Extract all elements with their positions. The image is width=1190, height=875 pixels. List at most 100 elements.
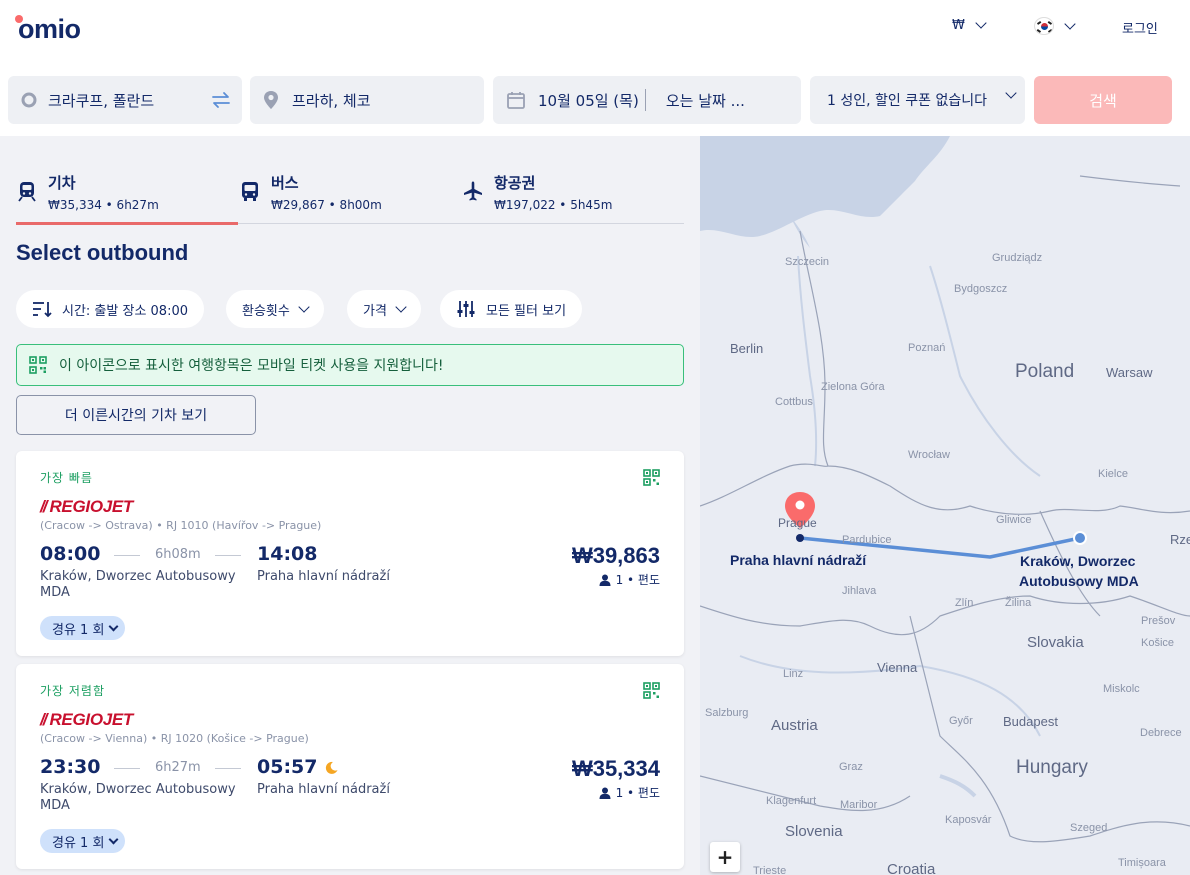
zoom-in-button[interactable]: + <box>710 842 740 872</box>
origin-circle-icon <box>21 92 37 108</box>
stops-toggle[interactable]: 경유 1 회 <box>40 829 126 853</box>
tab-train-info: ₩35,334 • 6h27m <box>48 198 159 212</box>
map-label-zielona-gora: Zielona Góra <box>821 381 885 393</box>
map-label-jihlava: Jihlava <box>842 585 877 597</box>
destination-value: 프라하, 체코 <box>292 91 371 110</box>
map-label-austria: Austria <box>771 717 818 734</box>
map-label-zilina: Žilina <box>1005 596 1032 609</box>
map-label-szczecin: Szczecin <box>785 256 829 268</box>
tab-bus-label: 버스 <box>271 174 299 192</box>
destination-field[interactable]: 프라하, 체코 <box>250 76 484 124</box>
earlier-trains-button[interactable]: 더 이른시간의 기차 보기 <box>16 395 256 435</box>
map-label-vienna: Vienna <box>877 660 918 675</box>
map-label-gyor: Győr <box>949 715 973 727</box>
passengers-field[interactable]: 1 성인, 할인 쿠폰 없습니다 <box>810 76 1025 124</box>
plane-icon <box>464 181 482 201</box>
duration-line <box>215 555 241 556</box>
date-field[interactable]: 10월 05일 (목) 오는 날짜 ... <box>493 76 801 124</box>
duration-line <box>215 768 241 769</box>
mobile-ticket-notice: 이 아이콘으로 표시한 여행항목은 모바일 티켓 사용을 지원합니다! <box>16 344 684 386</box>
departure-time: 23:30 <box>40 756 101 778</box>
transport-tabs: 기차 ₩35,334 • 6h27m 버스 ₩29,867 • 8h00m 항공… <box>16 166 684 225</box>
tab-bus[interactable]: 버스 ₩29,867 • 8h00m <box>239 166 461 224</box>
result-card[interactable]: 가장 저렴함 //REGIOJET (Cracow -> Vienna) • R… <box>16 664 684 869</box>
location-pin-icon <box>264 91 278 109</box>
map-label-poland: Poland <box>1015 361 1074 382</box>
sort-chip[interactable]: 시간: 출발 장소 08:00 <box>16 290 205 328</box>
depart-date-value: 10월 05일 (목) <box>538 91 639 110</box>
stops-label: 경유 1 회 <box>52 622 105 638</box>
map-label-rzeszow: Rze <box>1170 532 1190 547</box>
result-card[interactable]: 가장 빠름 //REGIOJET (Cracow -> Ostrava) • R… <box>16 451 684 656</box>
sort-label: 시간: 출발 장소 08:00 <box>62 303 189 319</box>
map-label-berlin: Berlin <box>730 341 763 356</box>
qr-code-icon <box>643 682 660 699</box>
map-origin-label-line2: Autobusowy MDA <box>1019 573 1139 589</box>
map-label-zlin: Zlín <box>955 597 973 609</box>
tab-flights-info: ₩197,022 • 5h45m <box>494 198 613 212</box>
price: ₩39,863 <box>571 543 660 568</box>
price-filter-chip[interactable]: 가격 <box>347 290 421 328</box>
route-details: (Cracow -> Ostrava) • RJ 1010 (Havířov -… <box>40 519 322 532</box>
qr-code-icon <box>29 356 47 374</box>
map-label-bydgoszcz: Bydgoszcz <box>954 283 1007 295</box>
passenger-text: 1 • 편도 <box>615 573 660 587</box>
all-filters-label: 모든 필터 보기 <box>486 303 567 319</box>
map-label-kosice: Košice <box>1141 637 1174 649</box>
stops-label: 경유 1 회 <box>52 835 105 851</box>
return-date-placeholder[interactable]: 오는 날짜 ... <box>666 90 745 111</box>
language-selector[interactable] <box>1034 17 1076 35</box>
kaliningrad-border <box>1079 175 1181 187</box>
search-button[interactable]: 검색 <box>1034 76 1172 124</box>
search-bar: 크라쿠프, 폴란드 프라하, 체코 10월 05일 (목) 오는 날짜 ... … <box>0 62 1190 136</box>
chevron-down-icon <box>1005 87 1017 99</box>
arrival-time: 05:57 <box>257 756 318 778</box>
login-link[interactable]: 로그인 <box>1122 18 1158 37</box>
passengers-value: 1 성인, 할인 쿠폰 없습니다 <box>827 93 987 109</box>
map-label-grudziadz: Grudziądz <box>992 252 1042 264</box>
map-label-warsaw: Warsaw <box>1106 365 1153 380</box>
arrival-station: Praha hlavní nádraží <box>257 569 390 584</box>
all-filters-chip[interactable]: 모든 필터 보기 <box>440 290 583 328</box>
passenger-info: 1 • 편도 <box>599 784 660 801</box>
map-label-kielce: Kielce <box>1098 468 1128 480</box>
origin-field[interactable]: 크라쿠프, 폴란드 <box>8 76 242 124</box>
person-icon <box>599 787 611 799</box>
operator-name: REGIOJET <box>49 497 134 516</box>
route-map[interactable]: Szczecin Grudziądz Bydgoszcz Poznań Ziel… <box>700 136 1190 875</box>
transfers-filter-chip[interactable]: 환승횟수 <box>226 290 324 328</box>
origin-value: 크라쿠프, 폴란드 <box>48 91 155 110</box>
tab-flights[interactable]: 항공권 ₩197,022 • 5h45m <box>462 166 684 224</box>
swap-icon[interactable] <box>210 89 232 111</box>
bus-icon <box>242 182 258 201</box>
tab-train[interactable]: 기차 ₩35,334 • 6h27m <box>16 166 238 225</box>
map-label-klagenfurt: Klagenfurt <box>766 795 816 807</box>
moon-icon <box>326 761 338 774</box>
map-label-poznan: Poznań <box>908 342 945 354</box>
filter-sliders-icon <box>457 301 475 317</box>
duration-line <box>114 555 140 556</box>
map-label-szeged: Szeged <box>1070 822 1107 834</box>
map-label-slovenia: Slovenia <box>785 823 843 840</box>
date-divider <box>644 89 646 111</box>
chevron-down-icon <box>108 621 119 631</box>
qr-code-icon <box>643 469 660 486</box>
currency-selector[interactable]: ₩ <box>952 17 987 33</box>
omio-logo[interactable]: omio <box>15 14 81 45</box>
chevron-down-icon <box>298 300 310 313</box>
map-label-presov: Prešov <box>1141 615 1176 627</box>
operator-name: REGIOJET <box>49 710 134 729</box>
tab-bus-info: ₩29,867 • 8h00m <box>271 198 382 212</box>
operator-logo: //REGIOJET <box>40 497 134 516</box>
logo-dot <box>15 15 23 23</box>
map-canvas: Szczecin Grudziądz Bydgoszcz Poznań Ziel… <box>700 136 1190 875</box>
price-filter-label: 가격 <box>363 303 387 319</box>
map-label-maribor: Maribor <box>840 799 878 811</box>
arrival-time: 14:08 <box>257 543 318 565</box>
operator-logo: //REGIOJET <box>40 710 134 729</box>
map-label-trieste: Trieste <box>753 865 786 875</box>
stops-toggle[interactable]: 경유 1 회 <box>40 616 126 640</box>
map-label-hungary: Hungary <box>1016 757 1088 778</box>
korea-flag-icon <box>1034 17 1054 35</box>
cheapest-badge: 가장 저렴함 <box>40 684 106 698</box>
